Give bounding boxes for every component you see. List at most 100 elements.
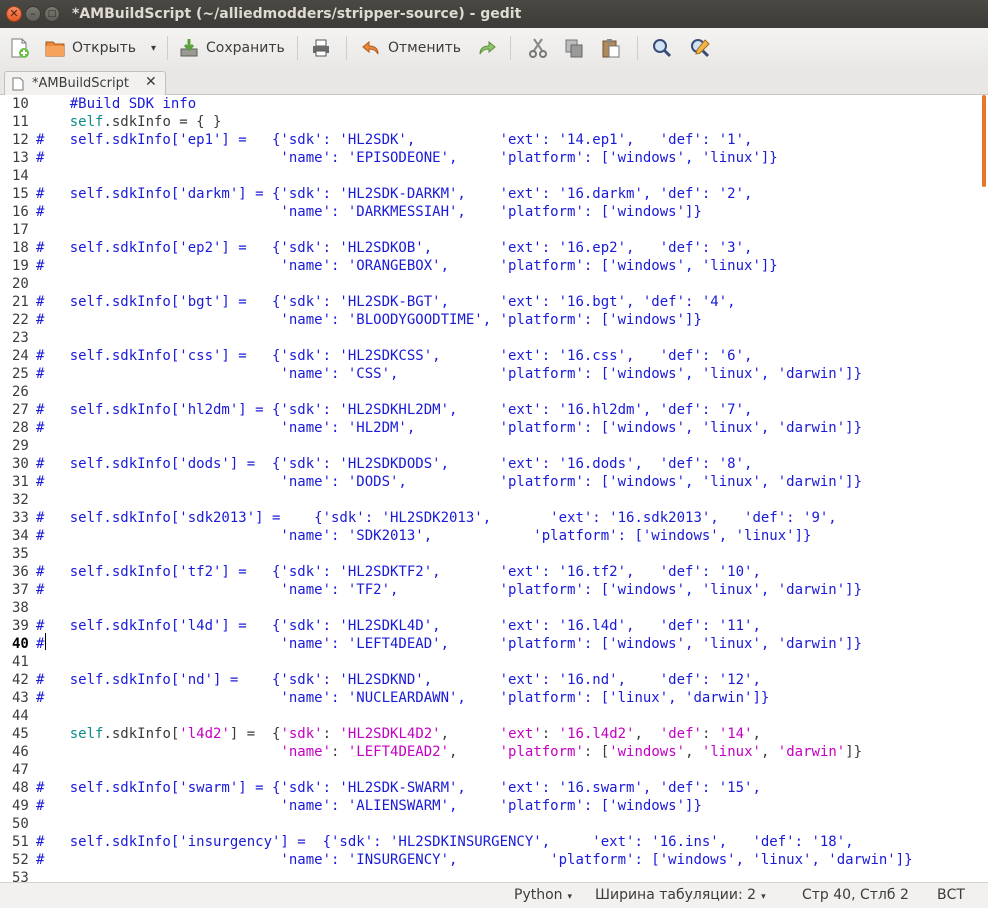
code-token: ,	[752, 726, 761, 742]
tab-width-selector[interactable]: Ширина табуляции: 2 ▾	[595, 887, 766, 903]
document-icon	[12, 77, 24, 91]
window-minimize-button[interactable]: –	[25, 6, 41, 22]
line-number: 16	[12, 204, 29, 220]
code-line[interactable]: 25 # 'name': 'CSS', 'platform': ['windows…	[0, 365, 988, 383]
line-number: 17	[12, 222, 29, 238]
find-button[interactable]	[651, 34, 679, 62]
code-line[interactable]: 18 # self.sdkInfo['ep2'] = {'sdk': 'HL2SD…	[0, 239, 988, 257]
code-text: self.sdkInfo = { }	[36, 113, 222, 131]
code-line[interactable]: 41	[0, 653, 988, 671]
code-line[interactable]: 36 # self.sdkInfo['tf2'] = {'sdk': 'HL2SD…	[0, 563, 988, 581]
code-line[interactable]: 28 # 'name': 'HL2DM', 'platform': ['windo…	[0, 419, 988, 437]
code-token: # self.sdkInfo['darkm'] = {'sdk': 'HL2SD…	[36, 186, 753, 202]
code-text: # self.sdkInfo['bgt'] = {'sdk': 'HL2SDK-…	[36, 293, 736, 311]
code-line[interactable]: 19 # 'name': 'ORANGEBOX', 'platform': ['w…	[0, 257, 988, 275]
code-line[interactable]: 42 # self.sdkInfo['nd'] = {'sdk': 'HL2SDK…	[0, 671, 988, 689]
code-line[interactable]: 30 # self.sdkInfo['dods'] = {'sdk': 'HL2S…	[0, 455, 988, 473]
print-button[interactable]	[310, 34, 338, 62]
code-line[interactable]: 31 # 'name': 'DODS', 'platform': ['window…	[0, 473, 988, 491]
code-line[interactable]: 33 # self.sdkInfo['sdk2013'] = {'sdk': 'H…	[0, 509, 988, 527]
code-token: # 'name': 'LEFT4DEAD', 'platform': ['win…	[36, 636, 863, 652]
code-token: 'windows'	[609, 744, 686, 760]
code-token: # 'name': 'ORANGEBOX', 'platform': ['win…	[36, 258, 778, 274]
code-token: # 'name': 'BLOODYGOODTIME', 'platform': …	[36, 312, 702, 328]
code-line[interactable]: 47	[0, 761, 988, 779]
code-line[interactable]: 37 # 'name': 'TF2', 'platform': ['windows…	[0, 581, 988, 599]
code-line[interactable]: 16 # 'name': 'DARKMESSIAH', 'platform': […	[0, 203, 988, 221]
line-number: 26	[12, 384, 29, 400]
code-line[interactable]: 15 # self.sdkInfo['darkm'] = {'sdk': 'HL2…	[0, 185, 988, 203]
code-token: # self.sdkInfo['nd'] = {'sdk': 'HL2SDKND…	[36, 672, 761, 688]
line-number: 13	[12, 150, 29, 166]
code-line[interactable]: 45 self.sdkInfo['l4d2'] = {'sdk': 'HL2SD…	[0, 725, 988, 743]
code-line[interactable]: 21 # self.sdkInfo['bgt'] = {'sdk': 'HL2SD…	[0, 293, 988, 311]
chevron-down-icon: ▾	[761, 892, 766, 902]
code-token: ,	[449, 744, 500, 760]
undo-button[interactable]: Отменить	[360, 34, 461, 62]
code-token: # 'name': 'HL2DM', 'platform': ['windows…	[36, 420, 863, 436]
code-line[interactable]: 22 # 'name': 'BLOODYGOODTIME', 'platform'…	[0, 311, 988, 329]
open-button[interactable]: Открыть	[44, 34, 136, 62]
code-line[interactable]: 35	[0, 545, 988, 563]
open-recent-dropdown[interactable]: ▾	[151, 34, 156, 62]
new-document-button[interactable]	[8, 34, 36, 62]
code-line[interactable]: 34 # 'name': 'SDK2013', 'platform': ['win…	[0, 527, 988, 545]
vertical-scrollbar[interactable]	[979, 95, 988, 882]
code-line[interactable]: 48 # self.sdkInfo['swarm'] = {'sdk': 'HL2…	[0, 779, 988, 797]
status-bar: Python ▾ Ширина табуляции: 2 ▾ Стр 40, Стл…	[0, 882, 988, 908]
find-replace-button[interactable]	[689, 34, 717, 62]
code-line[interactable]: 11 self.sdkInfo = { }	[0, 113, 988, 131]
code-text: # 'name': 'HL2DM', 'platform': ['windows…	[36, 419, 862, 437]
code-line[interactable]: 10 #Build SDK info	[0, 95, 988, 113]
code-line[interactable]: 46 'name': 'LEFT4DEAD2', 'platform': ['w…	[0, 743, 988, 761]
redo-button[interactable]	[476, 34, 504, 62]
document-tab[interactable]: *AMBuildScript ✕	[4, 71, 166, 95]
save-button[interactable]: Сохранить	[178, 34, 285, 62]
code-token: ] = {	[229, 726, 281, 742]
code-line[interactable]: 39 # self.sdkInfo['l4d'] = {'sdk': 'HL2SD…	[0, 617, 988, 635]
code-line[interactable]: 14	[0, 167, 988, 185]
window-maximize-button[interactable]: □	[44, 6, 60, 22]
line-number: 20	[12, 276, 29, 292]
code-line[interactable]: 43 # 'name': 'NUCLEARDAWN', 'platform': […	[0, 689, 988, 707]
code-line[interactable]: 52 # 'name': 'INSURGENCY', 'platform': ['…	[0, 851, 988, 869]
language-selector[interactable]: Python ▾	[514, 887, 572, 903]
code-token: 'ext'	[499, 726, 542, 742]
save-icon	[180, 39, 198, 57]
line-number: 53	[12, 870, 29, 882]
new-document-icon	[11, 38, 29, 58]
copy-button[interactable]	[563, 34, 591, 62]
code-line[interactable]: 24 # self.sdkInfo['css'] = {'sdk': 'HL2SD…	[0, 347, 988, 365]
code-line[interactable]: 50	[0, 815, 988, 833]
tab-close-button[interactable]: ✕	[145, 74, 157, 90]
code-line[interactable]: 17	[0, 221, 988, 239]
tab-width-label: Ширина табуляции: 2	[595, 887, 757, 903]
code-token: # 'name': 'NUCLEARDAWN', 'platform': ['l…	[36, 690, 770, 706]
code-line[interactable]: 26	[0, 383, 988, 401]
window-close-button[interactable]: ✕	[6, 6, 22, 22]
paste-button[interactable]	[600, 34, 628, 62]
code-line[interactable]: 29	[0, 437, 988, 455]
text-editor[interactable]: 10 #Build SDK info 11 self.sdkInfo = { } 1…	[0, 95, 988, 882]
scrollbar-thumb[interactable]	[982, 95, 986, 187]
code-line[interactable]: 23	[0, 329, 988, 347]
code-line[interactable]: 20	[0, 275, 988, 293]
code-line[interactable]: 40 # 'name': 'LEFT4DEAD', 'platform': ['w…	[0, 635, 988, 653]
code-token: # self.sdkInfo['swarm'] = {'sdk': 'HL2SD…	[36, 780, 761, 796]
code-line[interactable]: 53	[0, 869, 988, 882]
code-text: # self.sdkInfo['dods'] = {'sdk': 'HL2SDK…	[36, 455, 752, 473]
code-token: :	[322, 726, 340, 742]
cut-button[interactable]	[527, 34, 555, 62]
code-text: # self.sdkInfo['css'] = {'sdk': 'HL2SDKC…	[36, 347, 752, 365]
code-line[interactable]: 49 # 'name': 'ALIENSWARM', 'platform': ['…	[0, 797, 988, 815]
code-line[interactable]: 27 # self.sdkInfo['hl2dm'] = {'sdk': 'HL2…	[0, 401, 988, 419]
code-line[interactable]: 12 # self.sdkInfo['ep1'] = {'sdk': 'HL2SD…	[0, 131, 988, 149]
code-text: # self.sdkInfo['ep2'] = {'sdk': 'HL2SDKO…	[36, 239, 752, 257]
code-line[interactable]: 38	[0, 599, 988, 617]
code-line[interactable]: 44	[0, 707, 988, 725]
code-line[interactable]: 13 # 'name': 'EPISODEONE', 'platform': ['…	[0, 149, 988, 167]
code-line[interactable]: 51 # self.sdkInfo['insurgency'] = {'sdk':…	[0, 833, 988, 851]
code-line[interactable]: 32	[0, 491, 988, 509]
line-number: 23	[12, 330, 29, 346]
code-token: ,	[760, 744, 778, 760]
